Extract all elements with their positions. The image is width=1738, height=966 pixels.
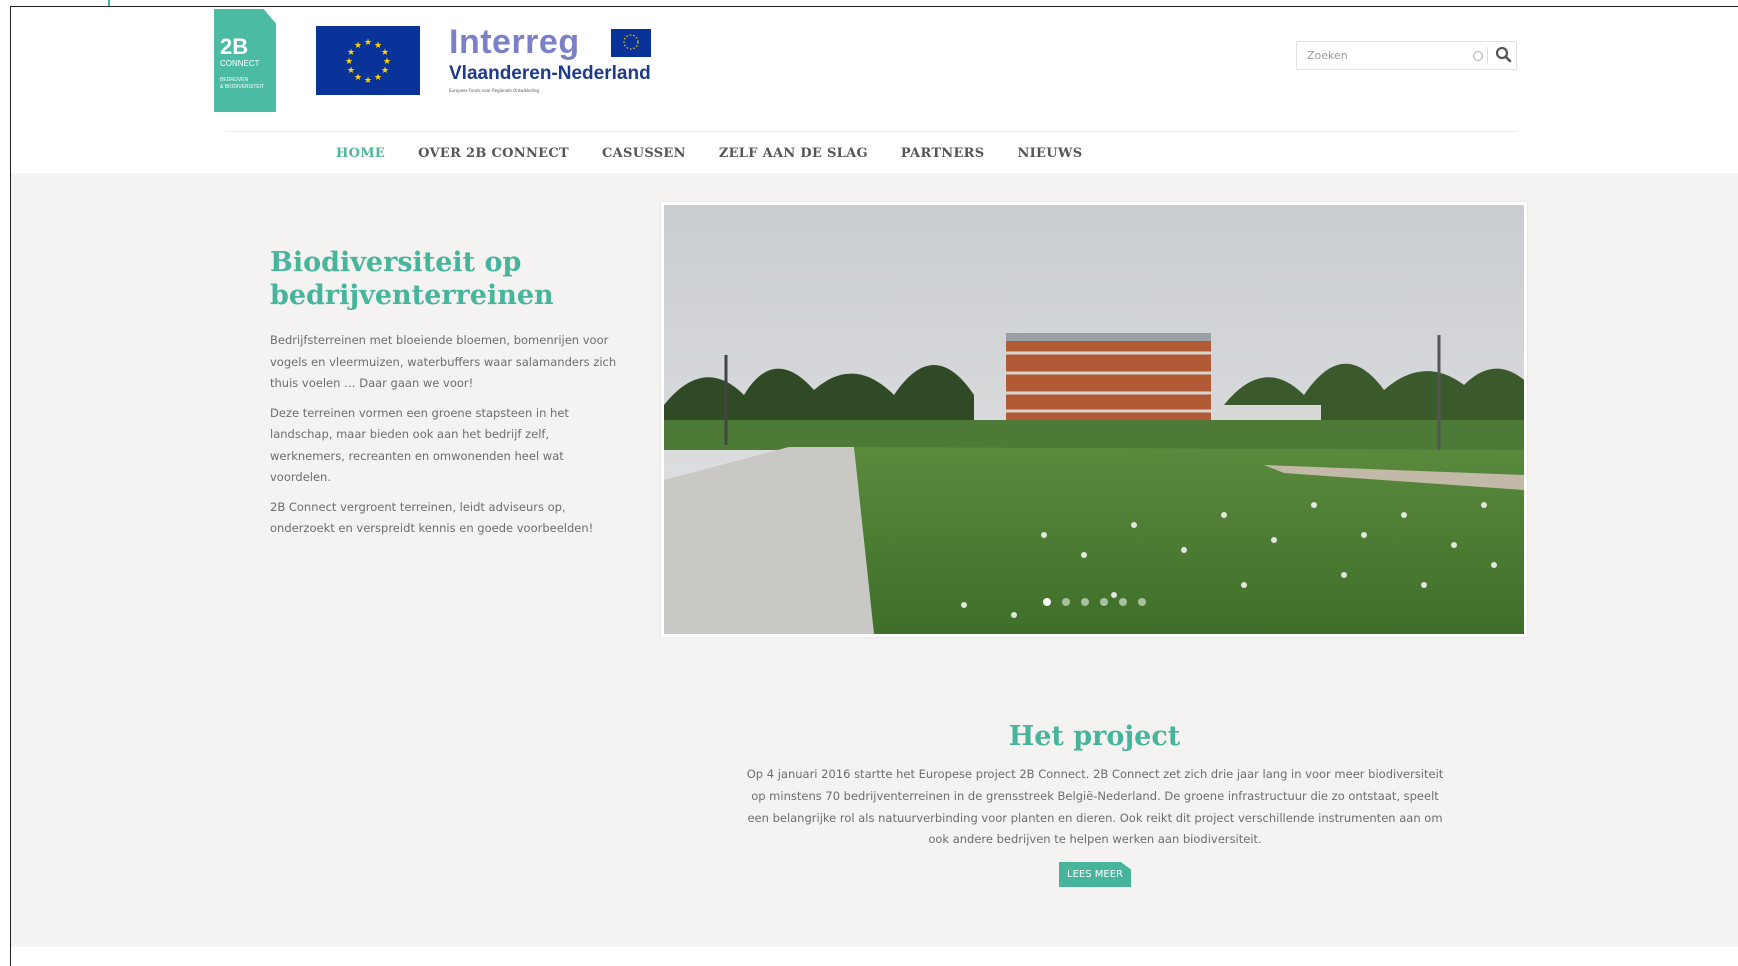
clear-icon[interactable]	[1473, 51, 1483, 61]
logo-tagline-line2: & BIODIVERSITEIT	[220, 84, 265, 90]
2b-connect-logo[interactable]: 2B CONNECT BEDRIJVEN & BIODIVERSITEIT	[214, 9, 276, 112]
hero-paragraph: Bedrijfsterreinen met bloeiende bloemen,…	[270, 333, 617, 390]
project-title: Het project	[1008, 721, 1181, 752]
logo-tagline-line1: BEDRIJVEN	[220, 77, 249, 83]
slider-dots	[1043, 598, 1146, 606]
main-nav: HOME OVER 2B CONNECT CASUSSEN ZELF AAN D…	[336, 146, 1115, 161]
corner-mark	[108, 0, 110, 6]
slider-dot[interactable]	[1081, 598, 1089, 606]
slider-dot[interactable]	[1119, 598, 1127, 606]
hero-paragraph: 2B Connect vergroent terreinen, leidt ad…	[270, 499, 594, 536]
hero-title: Biodiversiteit op bedrijventerreinen	[270, 247, 554, 311]
nav-item-over-2b-connect[interactable]: OVER 2B CONNECT	[418, 146, 569, 161]
search-divider	[1487, 47, 1488, 64]
nav-item-partners[interactable]: PARTNERS	[901, 146, 985, 161]
hero-paragraph: Deze terreinen vormen een groene stapste…	[270, 405, 569, 485]
slider-dot[interactable]	[1043, 598, 1051, 606]
logo-connect-text: CONNECT	[220, 59, 260, 68]
search-button[interactable]	[1493, 44, 1515, 66]
hero-slider[interactable]	[661, 202, 1527, 637]
lees-meer-button[interactable]: LEES MEER	[1059, 862, 1131, 887]
slider-dot[interactable]	[1100, 598, 1108, 606]
header-divider	[225, 131, 1518, 132]
project-description: Op 4 januari 2016 startte het Europese p…	[746, 767, 1444, 847]
search-input[interactable]	[1305, 48, 1469, 63]
svg-text:★: ★	[354, 73, 362, 83]
svg-text:★: ★	[345, 57, 353, 67]
nav-item-zelf-aan-de-slag[interactable]: ZELF AAN DE SLAG	[719, 146, 868, 161]
svg-text:★: ★	[364, 38, 372, 48]
svg-text:★: ★	[354, 41, 362, 51]
eu-mini-flag-icon	[611, 29, 651, 57]
logo-tagline: BEDRIJVEN & BIODIVERSITEIT	[220, 77, 264, 91]
interreg-logo-text: Interreg	[449, 23, 580, 61]
svg-text:★: ★	[374, 73, 382, 83]
nav-item-casussen[interactable]: CASUSSEN	[602, 146, 686, 161]
slider-dot[interactable]	[1138, 598, 1146, 606]
eu-flag-logo: ★ ★ ★ ★ ★ ★ ★ ★ ★ ★ ★ ★	[316, 26, 420, 95]
search-box	[1296, 41, 1517, 70]
slider-dot[interactable]	[1062, 598, 1070, 606]
interreg-region: Vlaanderen-Nederland	[449, 63, 651, 84]
hero-intro: Bedrijfsterreinen met bloeiende bloemen,…	[270, 330, 625, 548]
svg-text:★: ★	[347, 66, 355, 76]
interreg-fund: Europees Fonds voor Regionale Ontwikkeli…	[449, 88, 539, 93]
svg-text:★: ★	[381, 66, 389, 76]
nav-item-nieuws[interactable]: NIEUWS	[1017, 146, 1082, 161]
nav-item-home[interactable]: HOME	[336, 146, 385, 161]
logo-2b-text: 2B	[220, 34, 249, 59]
svg-text:★: ★	[364, 76, 372, 86]
search-icon	[1495, 46, 1512, 63]
eu-stars-icon: ★ ★★ ★★★ ★★★ ★★★	[345, 38, 391, 86]
slide-image	[664, 205, 1524, 634]
